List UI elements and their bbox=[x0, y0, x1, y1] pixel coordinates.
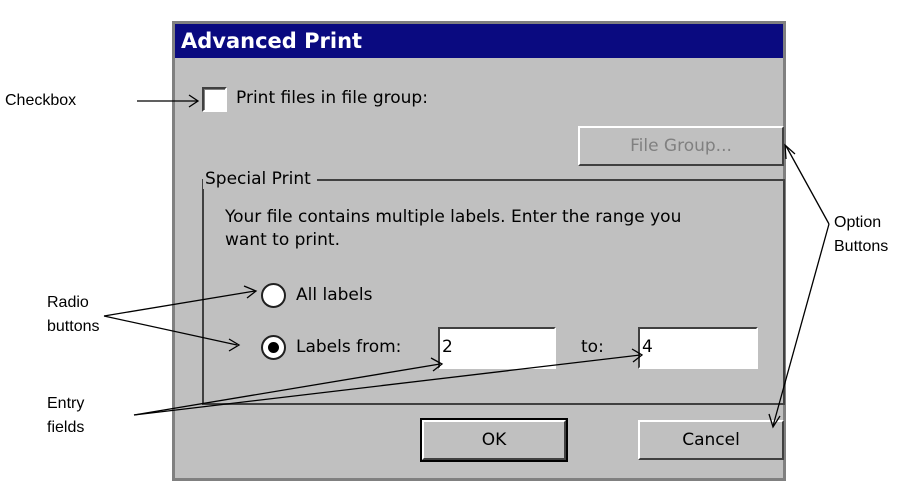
entry-arrow-to bbox=[133, 354, 641, 416]
option-arrow-cancel bbox=[772, 223, 830, 427]
entry-arrow-from bbox=[133, 363, 441, 416]
radio-arrow-top bbox=[103, 290, 256, 317]
radio-arrow-bottom bbox=[103, 315, 238, 346]
callout-arrows bbox=[103, 94, 830, 429]
option-arrow-filegroup bbox=[785, 145, 830, 225]
